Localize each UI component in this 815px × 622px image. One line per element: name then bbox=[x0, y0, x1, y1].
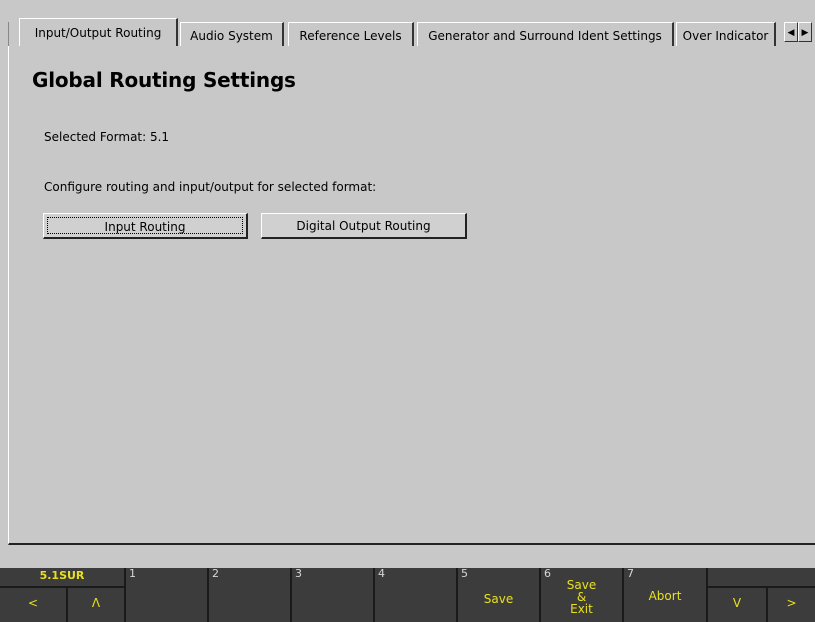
tab-input-output-routing[interactable]: Input/Output Routing bbox=[19, 18, 178, 48]
function-key-number: 3 bbox=[295, 567, 302, 580]
input-routing-button-label: Input Routing bbox=[47, 217, 243, 234]
function-key-number: 4 bbox=[378, 567, 385, 580]
settings-panel bbox=[8, 46, 815, 545]
abort-label: Abort bbox=[648, 589, 682, 603]
tab-scroll-right-icon[interactable]: ▶ bbox=[798, 22, 812, 42]
format-status-badge: 5.1SUR bbox=[0, 568, 126, 586]
save-exit-label-line3: Exit bbox=[570, 602, 593, 616]
tab-scroll-left-icon[interactable]: ◀ bbox=[784, 22, 798, 42]
nav-right-button[interactable]: > bbox=[768, 586, 815, 622]
page-title: Global Routing Settings bbox=[32, 68, 296, 92]
configure-instruction-text: Configure routing and input/output for s… bbox=[44, 180, 377, 194]
function-key-6-save-exit[interactable]: 6 Save & Exit bbox=[541, 568, 624, 622]
function-key-3[interactable]: 3 bbox=[292, 568, 375, 622]
function-key-7-abort[interactable]: 7 Abort bbox=[624, 568, 708, 622]
tab-strip: Input/Output Routing Audio System Refere… bbox=[8, 18, 815, 48]
function-key-5-save[interactable]: 5 Save bbox=[458, 568, 541, 622]
function-key-2[interactable]: 2 bbox=[209, 568, 292, 622]
nav-up-button[interactable]: Λ bbox=[68, 586, 126, 622]
function-key-number: 5 bbox=[461, 567, 468, 580]
digital-output-routing-button[interactable]: Digital Output Routing bbox=[261, 213, 467, 239]
nav-left-button[interactable]: < bbox=[0, 586, 68, 622]
function-key-number: 1 bbox=[129, 567, 136, 580]
input-routing-button[interactable]: Input Routing bbox=[43, 213, 248, 239]
tab-generator-surround-ident-settings[interactable]: Generator and Surround Ident Settings bbox=[417, 22, 674, 48]
function-key-number: 7 bbox=[627, 567, 634, 580]
tab-audio-system[interactable]: Audio System bbox=[180, 22, 284, 48]
save-label: Save bbox=[483, 592, 514, 606]
selected-format-label: Selected Format: 5.1 bbox=[44, 130, 170, 144]
function-key-bar: 5.1SUR < Λ 1 2 3 4 5 Save 6 Save & Exit … bbox=[0, 568, 815, 622]
function-key-4[interactable]: 4 bbox=[375, 568, 458, 622]
nav-down-button[interactable]: V bbox=[708, 586, 768, 622]
tab-reference-levels[interactable]: Reference Levels bbox=[288, 22, 414, 48]
function-key-number: 2 bbox=[212, 567, 219, 580]
function-key-1[interactable]: 1 bbox=[126, 568, 209, 622]
tab-over-indicator[interactable]: Over Indicator bbox=[676, 22, 776, 48]
